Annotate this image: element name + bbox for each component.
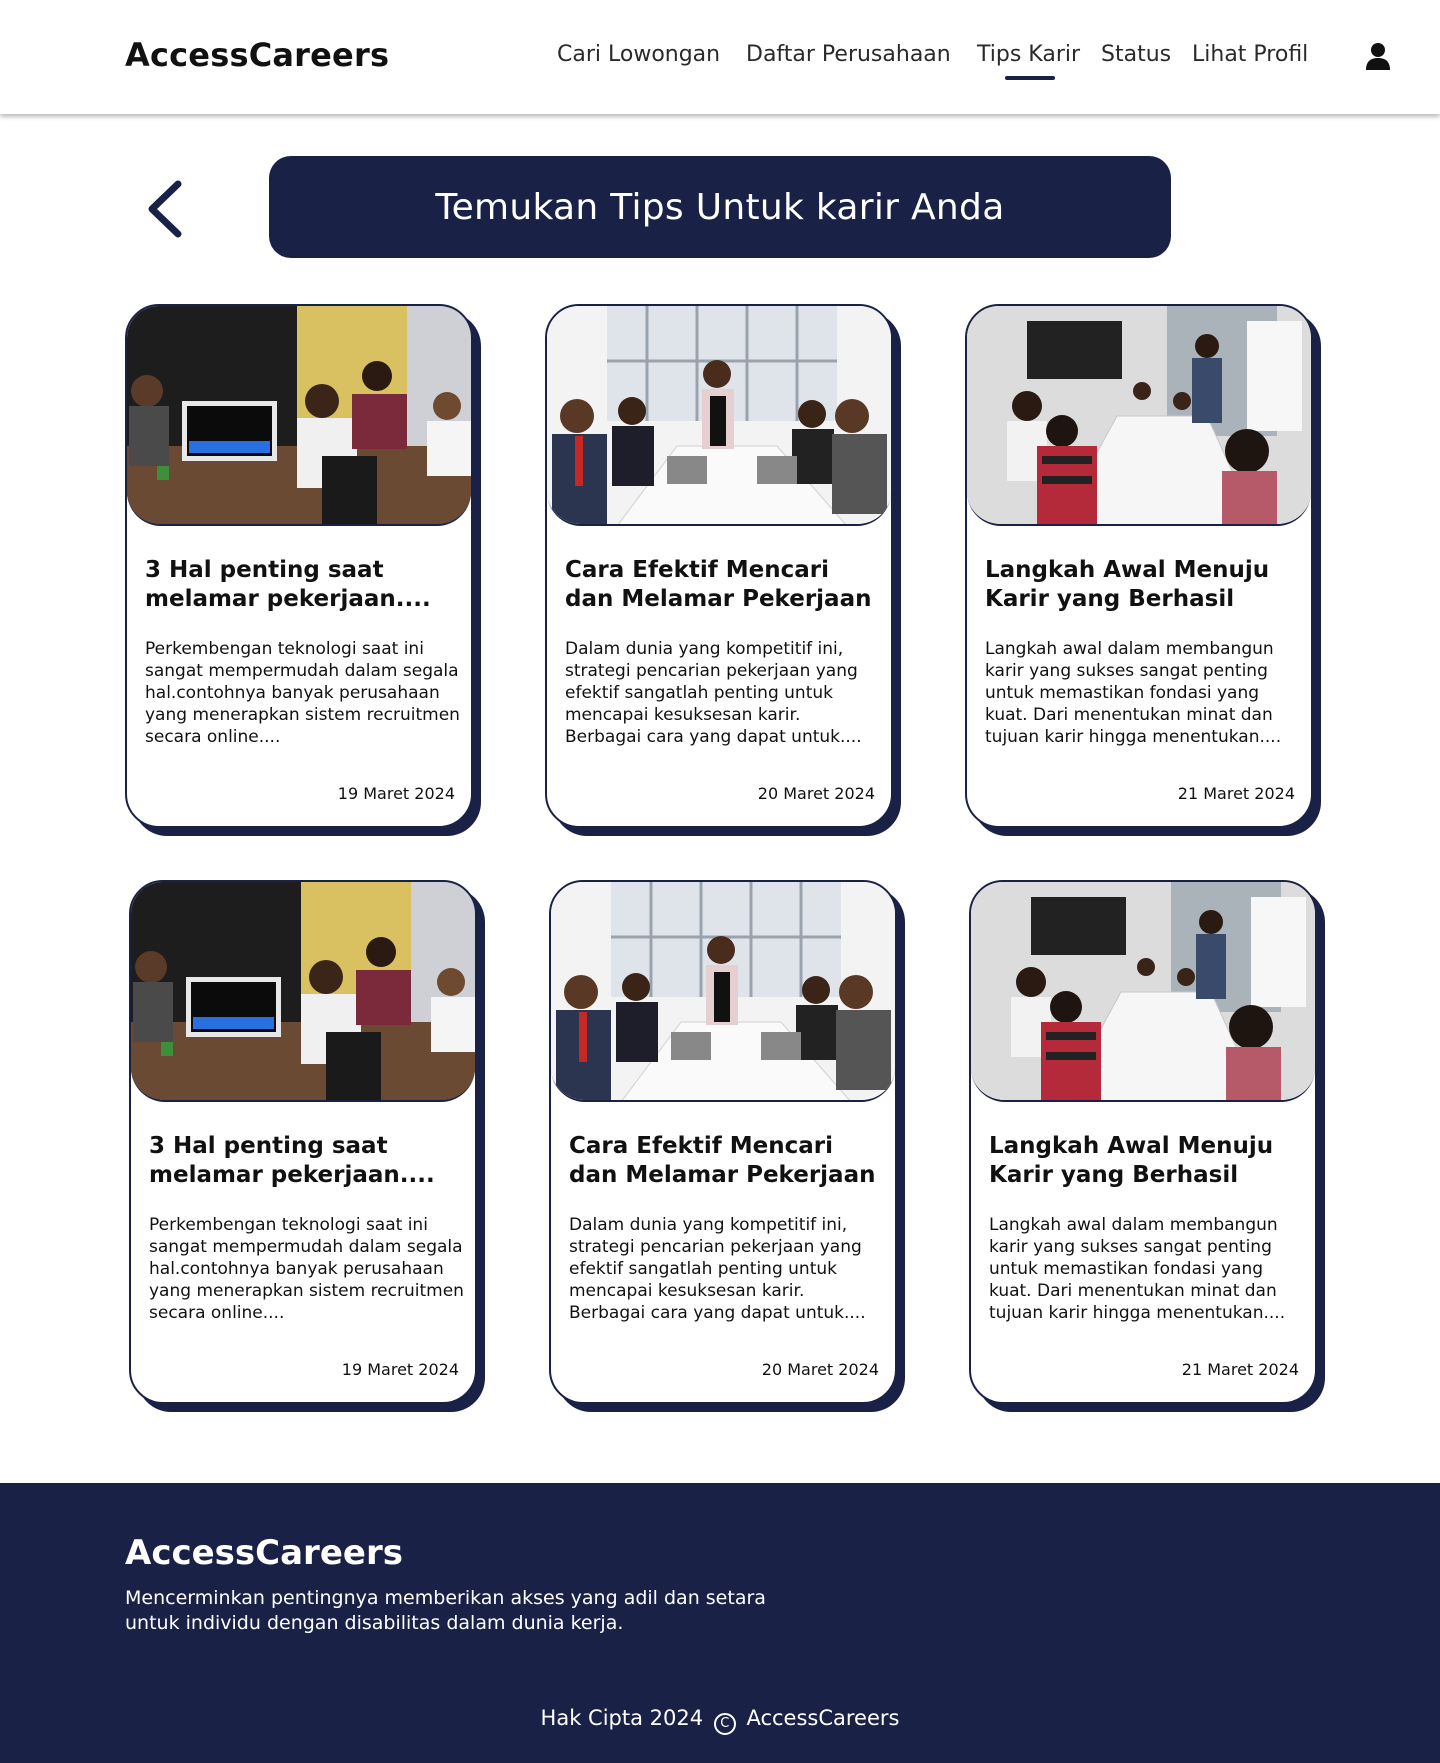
card-excerpt: Langkah awal dalam membangun karir yang … <box>985 639 1282 747</box>
team-meeting-photo <box>131 882 475 1102</box>
card-date: 21 Maret 2024 <box>1177 784 1295 803</box>
card-excerpt: Perkembengan teknologi saat ini sangat m… <box>145 639 460 747</box>
nav-tips-karir[interactable]: Tips Karir <box>977 42 1080 67</box>
card-title: Langkah Awal Menuju Karir yang Berhasil <box>985 557 1270 612</box>
top-navbar: AccessCareers Cari Lowongan Daftar Perus… <box>0 0 1440 114</box>
copyright-prefix: Hak Cipta 2024 <box>540 1706 704 1730</box>
card-title: Cara Efektif Mencari dan Melamar Pekerja… <box>569 1133 876 1188</box>
footer-description: Mencerminkan pentingnya memberikan akses… <box>125 1587 766 1634</box>
office-group-photo <box>547 306 891 526</box>
chevron-left-icon[interactable] <box>140 178 190 240</box>
presentation-photo <box>971 882 1315 1102</box>
card-date: 20 Maret 2024 <box>761 1360 879 1379</box>
card-title: Cara Efektif Mencari dan Melamar Pekerja… <box>565 557 872 612</box>
tip-card[interactable]: 3 Hal penting saat melamar pekerjaan....… <box>125 304 473 828</box>
page-title-banner: Temukan Tips Untuk karir Anda <box>269 156 1171 258</box>
main-nav: Cari Lowongan Daftar Perusahaan Tips Kar… <box>0 42 1440 82</box>
tip-card[interactable]: Langkah Awal Menuju Karir yang Berhasil … <box>965 304 1313 828</box>
user-icon[interactable] <box>1364 42 1392 72</box>
copyright-icon: C <box>713 1713 736 1735</box>
card-title: 3 Hal penting saat melamar pekerjaan.... <box>149 1133 435 1188</box>
active-nav-indicator <box>1005 76 1055 80</box>
card-excerpt: Perkembengan teknologi saat ini sangat m… <box>149 1215 464 1323</box>
card-date: 20 Maret 2024 <box>757 784 875 803</box>
page-title: Temukan Tips Untuk karir Anda <box>435 186 1005 228</box>
nav-status[interactable]: Status <box>1101 42 1171 67</box>
tip-card[interactable]: Cara Efektif Mencari dan Melamar Pekerja… <box>545 304 893 828</box>
copyright: Hak Cipta 2024 C AccessCareers <box>0 1706 1440 1735</box>
presentation-photo <box>967 306 1311 526</box>
tip-card[interactable]: Cara Efektif Mencari dan Melamar Pekerja… <box>549 880 897 1404</box>
nav-cari-lowongan[interactable]: Cari Lowongan <box>557 42 720 67</box>
site-footer: AccessCareers Mencerminkan pentingnya me… <box>0 1483 1440 1763</box>
card-excerpt: Dalam dunia yang kompetitif ini, strateg… <box>565 639 862 747</box>
nav-daftar-perusahaan[interactable]: Daftar Perusahaan <box>746 42 951 67</box>
card-date: 19 Maret 2024 <box>337 784 455 803</box>
nav-lihat-profil[interactable]: Lihat Profil <box>1192 42 1308 67</box>
tip-card[interactable]: 3 Hal penting saat melamar pekerjaan....… <box>129 880 477 1404</box>
card-excerpt: Dalam dunia yang kompetitif ini, strateg… <box>569 1215 866 1323</box>
office-group-photo <box>551 882 895 1102</box>
card-date: 19 Maret 2024 <box>341 1360 459 1379</box>
card-date: 21 Maret 2024 <box>1181 1360 1299 1379</box>
card-title: Langkah Awal Menuju Karir yang Berhasil <box>989 1133 1274 1188</box>
footer-brand: AccessCareers <box>125 1533 403 1573</box>
tip-card[interactable]: Langkah Awal Menuju Karir yang Berhasil … <box>969 880 1317 1404</box>
card-title: 3 Hal penting saat melamar pekerjaan.... <box>145 557 431 612</box>
team-meeting-photo <box>127 306 471 526</box>
card-excerpt: Langkah awal dalam membangun karir yang … <box>989 1215 1286 1323</box>
copyright-suffix: AccessCareers <box>746 1706 900 1730</box>
